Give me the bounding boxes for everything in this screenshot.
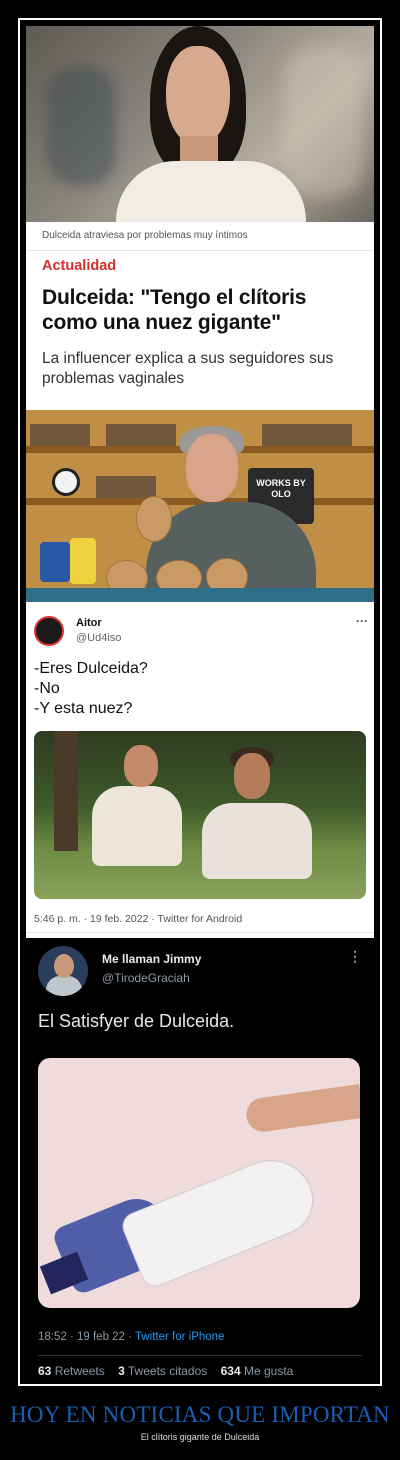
tweet1-line: -Y esta nuez? [34, 700, 133, 717]
meme-subtitle: El clítoris gigante de Dulceida [140, 1432, 260, 1442]
tweet2-timestamp: 18:52 · 19 feb 22 · Twitter for iPhone [38, 1331, 224, 1343]
tweet2-photo[interactable] [38, 1058, 360, 1308]
wall-clock [52, 468, 80, 496]
meme-title: HOY EN NOTICIAS QUE IMPORTAN [10, 1402, 390, 1427]
divider [26, 250, 374, 251]
tweet1-author-handle[interactable]: @Ud4iso [76, 632, 121, 644]
tweet1-line: -No [34, 680, 60, 697]
tweet1-text: -Eres Dulceida? -No -Y esta nuez? [34, 659, 148, 719]
handheld-vacuum [118, 1147, 324, 1291]
article-subheadline: La influencer explica a sus seguidores s… [42, 350, 334, 387]
tweet1-line: -Eres Dulceida? [34, 660, 148, 677]
more-options-icon[interactable]: ⋮ [348, 948, 362, 965]
tweet2-text: El Satisfyer de Dulceida. [38, 1011, 235, 1031]
tweet1-avatar[interactable] [34, 616, 64, 646]
article-headline[interactable]: Dulceida: "Tengo el clítoris como una nu… [42, 285, 362, 335]
tweet2-stats: 63 Retweets 3 Tweets citados 634 Me gust… [38, 1364, 293, 1378]
workshop-photo: WORKS BY OLO [26, 410, 374, 602]
tweet2-source-link[interactable]: Twitter for iPhone [135, 1331, 224, 1343]
tweet2-author-handle[interactable]: @TirodeGraciah [102, 971, 190, 985]
divider [38, 1355, 362, 1356]
retweets-stat[interactable]: 63 Retweets [38, 1364, 105, 1378]
tweet1-author-name[interactable]: Aitor [76, 617, 102, 629]
article-hero-photo [26, 26, 374, 222]
tweet2-avatar[interactable] [38, 946, 88, 996]
article-section-label[interactable]: Actualidad [42, 258, 116, 274]
tweet2-card: Me llaman Jimmy @TirodeGraciah ⋮ El Sati… [26, 938, 374, 1378]
tweet2-time[interactable]: 18:52 · 19 feb 22 · [38, 1331, 135, 1343]
walnut [136, 496, 172, 542]
hand [244, 1084, 360, 1134]
quotes-stat[interactable]: 3 Tweets citados [118, 1364, 207, 1378]
meme-content: Dulceida atraviesa por problemas muy ínt… [26, 26, 374, 1378]
article-image-caption: Dulceida atraviesa por problemas muy ínt… [42, 230, 248, 241]
likes-stat[interactable]: 634 Me gusta [221, 1364, 294, 1378]
tweet2-author-name[interactable]: Me llaman Jimmy [102, 952, 201, 966]
divider [26, 932, 374, 933]
tweet1-timestamp[interactable]: 5:46 p. m. · 19 feb. 2022 · Twitter for … [34, 913, 242, 925]
more-options-icon[interactable]: ··· [356, 614, 368, 628]
meme-frame: Dulceida atraviesa por problemas muy ínt… [18, 18, 382, 1386]
tweet1-photo[interactable] [34, 731, 366, 899]
